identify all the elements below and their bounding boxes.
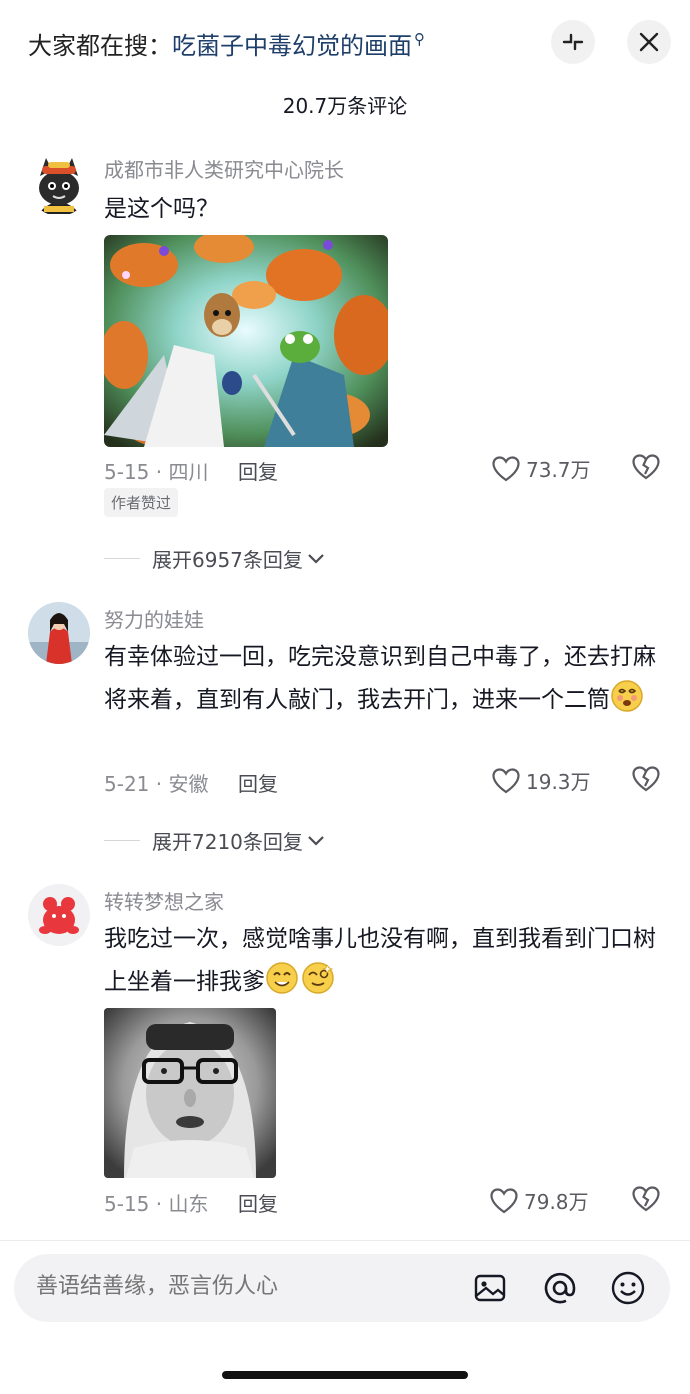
- mention-button[interactable]: [540, 1268, 580, 1308]
- expand-replies-button[interactable]: 展开7210条回复: [104, 826, 325, 855]
- dislike-button[interactable]: [632, 454, 660, 484]
- broken-heart-icon: [632, 1186, 660, 1212]
- author-liked-badge: 作者赞过: [104, 488, 179, 517]
- comment-image[interactable]: [104, 1008, 276, 1178]
- comments-header: 大家都在搜：吃菌子中毒幻觉的画面 ⚲ 20.7万条评论: [0, 0, 690, 130]
- comment-count: 20.7万条评论: [282, 94, 408, 118]
- avatar[interactable]: [28, 884, 90, 946]
- image-icon: [474, 1274, 506, 1302]
- search-icon: ⚲: [414, 30, 425, 48]
- comment-item: 努力的娃娃 有幸体验过一回，吃完没意识到自己中毒了，还去打麻将来着，直到有人敲门…: [0, 600, 690, 870]
- expand-divider-line: [104, 558, 140, 559]
- collapse-button[interactable]: [551, 20, 595, 64]
- avatar[interactable]: [28, 154, 90, 216]
- like-button[interactable]: 73.7万: [492, 454, 591, 483]
- comment-username[interactable]: 转转梦想之家: [104, 886, 224, 915]
- comment-text: 有幸体验过一回，吃完没意识到自己中毒了，还去打麻将来着，直到有人敲门，我去开门，…: [104, 636, 664, 722]
- like-button[interactable]: 19.3万: [492, 766, 591, 795]
- input-divider: [0, 1240, 690, 1241]
- chevron-down-icon: [308, 553, 324, 564]
- comment-username[interactable]: 努力的娃娃: [104, 604, 204, 633]
- reply-button[interactable]: 回复: [238, 768, 278, 797]
- reply-button[interactable]: 回复: [238, 1188, 278, 1217]
- image-button[interactable]: [470, 1268, 510, 1308]
- avatar[interactable]: [28, 602, 90, 664]
- expand-divider-line: [104, 840, 140, 841]
- broken-heart-icon: [632, 454, 660, 480]
- comment-text-content: 我吃过一次，感觉啥事儿也没有啊，直到我看到门口树上坐着一排我爹: [104, 926, 656, 995]
- comment-text: 是这个吗？: [104, 196, 219, 222]
- at-icon: [544, 1272, 576, 1304]
- like-count: 73.7万: [526, 458, 591, 482]
- search-prefix: 大家都在搜：: [28, 32, 172, 60]
- close-icon: [639, 32, 659, 52]
- heart-icon: [490, 1187, 518, 1213]
- heart-icon: [492, 455, 520, 481]
- dislike-button[interactable]: [632, 766, 660, 796]
- dislike-button[interactable]: [632, 1186, 660, 1216]
- broken-heart-icon: [632, 766, 660, 792]
- smile-emoji-icon: [265, 961, 299, 995]
- dizzy-emoji-icon: [301, 961, 335, 995]
- comment-date-location: 5-21 · 安徽: [104, 772, 209, 796]
- comment-username[interactable]: 成都市非人类研究中心院长: [104, 154, 344, 183]
- reply-button[interactable]: 回复: [238, 456, 278, 485]
- comment-input[interactable]: [36, 1274, 436, 1299]
- chevron-down-icon: [308, 835, 324, 846]
- expand-replies-label: 展开6957条回复: [152, 548, 303, 572]
- like-button[interactable]: 79.8万: [490, 1186, 589, 1215]
- search-suggestion[interactable]: 大家都在搜：吃菌子中毒幻觉的画面 ⚲: [28, 26, 425, 61]
- heart-icon: [492, 767, 520, 793]
- collapse-arrows-icon: [562, 33, 584, 51]
- comment-input-bar: [14, 1254, 670, 1322]
- search-keyword-link[interactable]: 吃菌子中毒幻觉的画面: [172, 32, 412, 60]
- expand-replies-label: 展开7210条回复: [152, 830, 303, 854]
- like-count: 19.3万: [526, 770, 591, 794]
- smiley-icon: [611, 1271, 645, 1305]
- close-button[interactable]: [627, 20, 671, 64]
- dizzy-emoji-icon: [610, 679, 644, 713]
- comment-text: 我吃过一次，感觉啥事儿也没有啊，直到我看到门口树上坐着一排我爹: [104, 918, 664, 1004]
- comment-item: 成都市非人类研究中心院长 是这个吗？ 5-15 · 四川 回复 73.7万 作者…: [0, 150, 690, 580]
- comment-item: 转转梦想之家 我吃过一次，感觉啥事儿也没有啊，直到我看到门口树上坐着一排我爹 5…: [0, 882, 690, 1222]
- comment-date-location: 5-15 · 山东: [104, 1192, 209, 1216]
- home-indicator[interactable]: [222, 1371, 468, 1379]
- emoji-button[interactable]: [608, 1268, 648, 1308]
- comment-date-location: 5-15 · 四川: [104, 460, 209, 484]
- expand-replies-button[interactable]: 展开6957条回复: [104, 544, 325, 573]
- like-count: 79.8万: [524, 1190, 589, 1214]
- comment-text-content: 有幸体验过一回，吃完没意识到自己中毒了，还去打麻将来着，直到有人敲门，我去开门，…: [104, 644, 656, 713]
- comment-image[interactable]: [104, 235, 388, 447]
